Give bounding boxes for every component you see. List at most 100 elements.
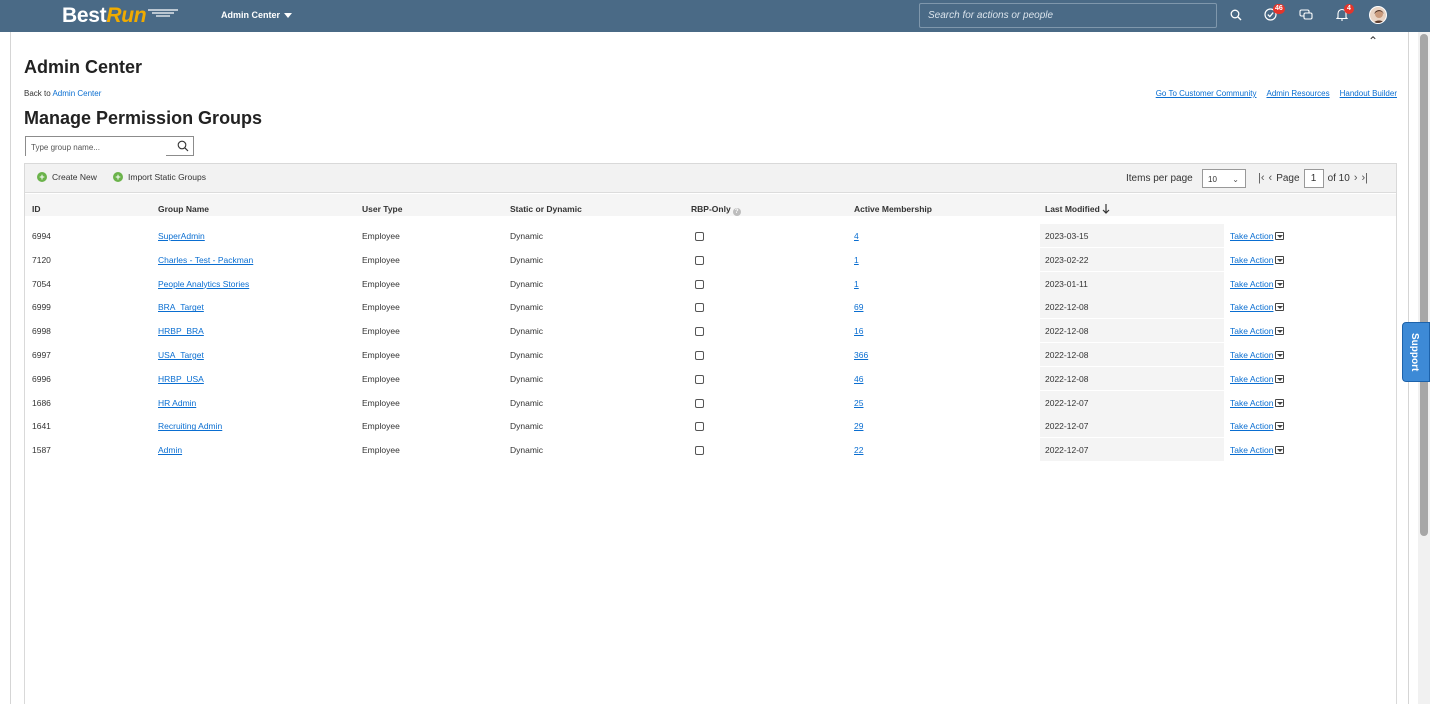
column-header-static-dynamic[interactable]: Static or Dynamic: [510, 204, 582, 214]
next-page-icon[interactable]: ›: [1354, 172, 1358, 184]
take-action-menu[interactable]: Take Action: [1230, 231, 1285, 241]
membership-count-link[interactable]: 22: [854, 445, 863, 455]
first-page-icon[interactable]: |‹: [1258, 172, 1265, 184]
group-name-link[interactable]: Admin: [158, 445, 182, 455]
admin-resources-link[interactable]: Admin Resources: [1266, 89, 1329, 98]
rbp-only-checkbox[interactable]: [695, 351, 704, 360]
rbp-only-checkbox[interactable]: [695, 255, 704, 265]
rbp-only-checkbox[interactable]: [695, 303, 704, 313]
bell-icon[interactable]: 4: [1335, 4, 1354, 24]
search-icon[interactable]: [1230, 8, 1246, 24]
membership-count-link[interactable]: 29: [854, 421, 863, 431]
rbp-only-checkbox[interactable]: [695, 446, 704, 456]
take-action-link[interactable]: Take Action: [1230, 350, 1273, 360]
membership-count-link[interactable]: 16: [854, 326, 863, 336]
group-name-link[interactable]: Charles - Test - Packman: [158, 255, 253, 265]
info-icon[interactable]: ?: [732, 208, 741, 216]
take-action-menu[interactable]: Take Action: [1230, 445, 1285, 455]
scrollbar-thumb[interactable]: [1420, 34, 1428, 536]
dropdown-icon[interactable]: [1275, 279, 1285, 288]
dropdown-icon[interactable]: [1275, 303, 1285, 312]
last-page-icon[interactable]: ›|: [1361, 172, 1368, 184]
group-name-link[interactable]: USA_Target: [158, 350, 204, 360]
take-action-menu[interactable]: Take Action: [1230, 255, 1285, 265]
rbp-only-checkbox[interactable]: [695, 374, 704, 384]
column-header-active-membership[interactable]: Active Membership: [854, 204, 932, 214]
dropdown-icon[interactable]: [1275, 374, 1285, 383]
page-number-input[interactable]: 1: [1303, 168, 1324, 188]
take-action-menu[interactable]: Take Action: [1230, 398, 1285, 408]
table-row: 1686 HR Admin Employee Dynamic 25 2022-12-07 T…: [25, 390, 1396, 415]
permission-groups-table: + Create New + Import Static Groups Item…: [24, 163, 1397, 704]
take-action-menu[interactable]: Take Action: [1230, 350, 1285, 360]
collapse-header-icon[interactable]: ⌃: [1368, 34, 1378, 48]
membership-count-link[interactable]: 1: [854, 279, 859, 289]
take-action-link[interactable]: Take Action: [1230, 326, 1273, 336]
membership-count-link[interactable]: 366: [854, 350, 868, 360]
take-action-link[interactable]: Take Action: [1230, 255, 1273, 265]
module-switcher[interactable]: Admin Center: [221, 10, 293, 20]
handout-builder-link[interactable]: Handout Builder: [1340, 89, 1397, 98]
take-action-menu[interactable]: Take Action: [1230, 421, 1285, 431]
back-to-admin-center-link[interactable]: Admin Center: [52, 89, 101, 98]
column-header-last-modified[interactable]: Last Modified: [1045, 204, 1110, 214]
previous-page-icon[interactable]: ‹: [1269, 172, 1273, 184]
membership-count-link[interactable]: 25: [854, 398, 863, 408]
take-action-menu[interactable]: Take Action: [1230, 374, 1285, 384]
todo-icon[interactable]: 46: [1264, 4, 1285, 24]
chat-icon[interactable]: [1299, 8, 1315, 24]
global-search[interactable]: [919, 3, 1217, 28]
group-name-input[interactable]: [26, 138, 166, 157]
membership-count-link[interactable]: 46: [854, 374, 863, 384]
create-new-button[interactable]: + Create New: [37, 172, 97, 182]
group-name-link[interactable]: HR Admin: [158, 398, 196, 408]
membership-count-link[interactable]: 1: [854, 255, 859, 265]
group-name-link[interactable]: Recruiting Admin: [158, 421, 222, 431]
take-action-link[interactable]: Take Action: [1230, 398, 1273, 408]
dropdown-icon[interactable]: [1275, 232, 1285, 240]
dropdown-icon[interactable]: [1275, 351, 1285, 359]
rbp-only-checkbox[interactable]: [695, 279, 704, 289]
group-name-link[interactable]: BRA_Target: [158, 302, 204, 312]
search-icon[interactable]: [177, 139, 189, 157]
column-header-id[interactable]: ID: [32, 204, 41, 214]
rbp-only-checkbox[interactable]: [695, 327, 704, 337]
avatar[interactable]: [1369, 6, 1387, 24]
take-action-link[interactable]: Take Action: [1230, 231, 1273, 241]
group-name-link[interactable]: HRBP_BRA: [158, 326, 204, 336]
rbp-only-checkbox[interactable]: [695, 232, 704, 241]
group-name-filter[interactable]: [25, 136, 194, 157]
dropdown-icon[interactable]: [1275, 327, 1285, 336]
group-name-link[interactable]: SuperAdmin: [158, 231, 205, 241]
dropdown-icon[interactable]: [1275, 398, 1285, 407]
take-action-link[interactable]: Take Action: [1230, 302, 1273, 312]
dropdown-icon[interactable]: [1275, 422, 1285, 431]
items-per-page-select[interactable]: 10 ⌄: [1202, 169, 1246, 188]
global-search-input[interactable]: [920, 4, 1216, 27]
take-action-menu[interactable]: Take Action: [1230, 302, 1285, 312]
group-name-link[interactable]: HRBP_USA: [158, 374, 204, 384]
add-icon: +: [37, 172, 47, 182]
company-logo[interactable]: Best Run: [62, 4, 179, 28]
column-header-user-type[interactable]: User Type: [362, 204, 402, 214]
support-button[interactable]: Support: [1402, 322, 1430, 382]
take-action-link[interactable]: Take Action: [1230, 445, 1273, 455]
dropdown-icon[interactable]: [1275, 255, 1285, 264]
take-action-link[interactable]: Take Action: [1230, 421, 1273, 431]
take-action-menu[interactable]: Take Action: [1230, 326, 1285, 336]
column-header-group-name[interactable]: Group Name: [158, 204, 209, 214]
import-static-groups-button[interactable]: + Import Static Groups: [113, 172, 206, 182]
take-action-link[interactable]: Take Action: [1230, 374, 1273, 384]
customer-community-link[interactable]: Go To Customer Community: [1156, 89, 1257, 98]
cell-static-dynamic: Dynamic: [510, 302, 544, 313]
rbp-only-checkbox[interactable]: [695, 422, 704, 432]
rbp-only-checkbox[interactable]: [695, 398, 704, 408]
group-name-link[interactable]: People Analytics Stories: [158, 279, 249, 289]
cell-active-membership: 4: [854, 231, 859, 241]
take-action-menu[interactable]: Take Action: [1230, 279, 1285, 289]
chevron-down-icon: ⌄: [1232, 175, 1239, 184]
dropdown-icon[interactable]: [1275, 446, 1285, 455]
membership-count-link[interactable]: 4: [854, 231, 859, 241]
take-action-link[interactable]: Take Action: [1230, 279, 1273, 289]
membership-count-link[interactable]: 69: [854, 302, 863, 312]
